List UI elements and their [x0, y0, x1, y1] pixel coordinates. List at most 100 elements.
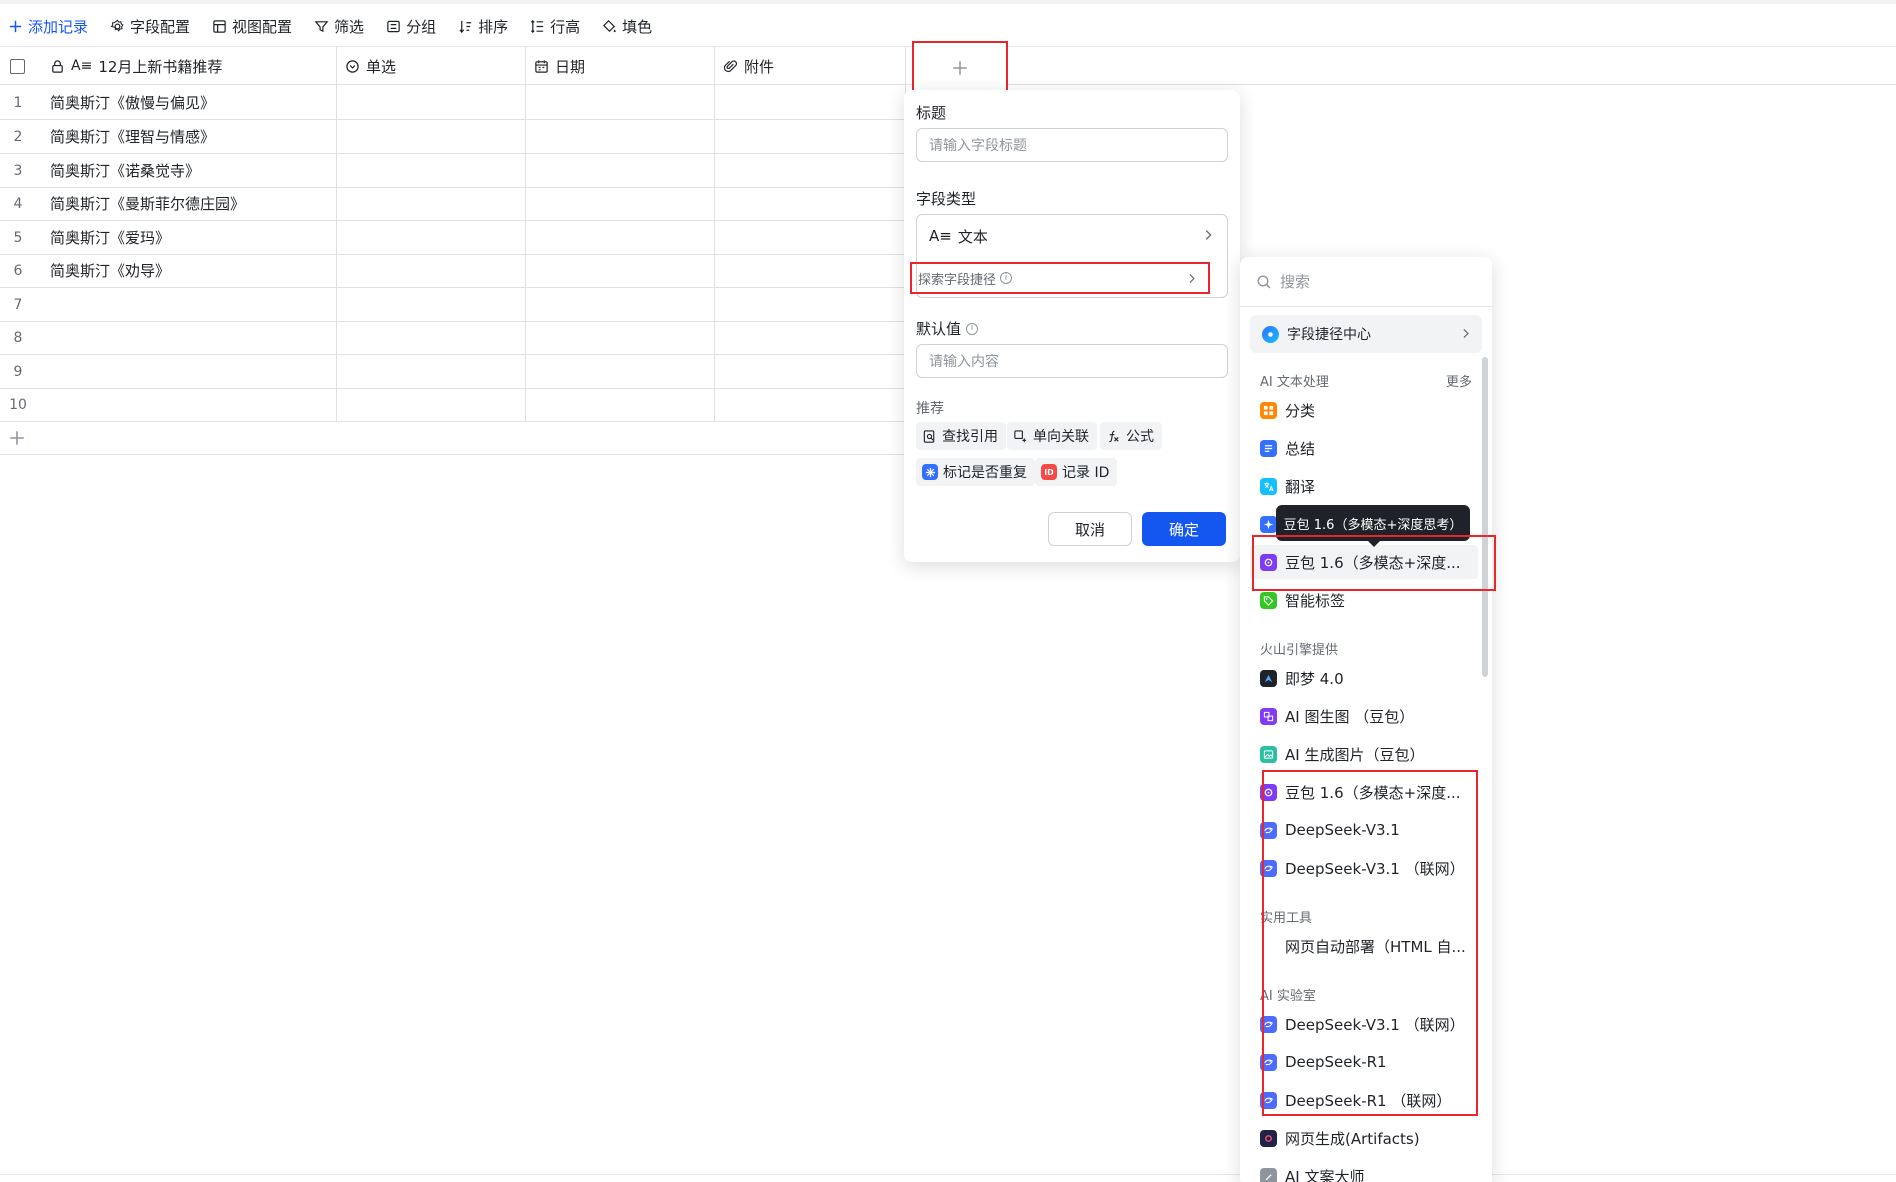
shortcut-item-deepseek-r1[interactable]: DeepSeek-R1: [1250, 1045, 1478, 1079]
deepseek-icon: [1260, 859, 1277, 877]
recommend-one-way-link-label: 单向关联: [1033, 429, 1089, 445]
deepseek-icon: [1260, 1015, 1277, 1033]
default-value-input[interactable]: 请输入内容: [916, 344, 1228, 378]
cell-title[interactable]: 简奥斯汀《爱玛》: [50, 221, 170, 254]
recommend-label: 推荐: [916, 401, 944, 417]
recommend-formula[interactable]: 公式: [1100, 422, 1162, 450]
table-row[interactable]: 5 简奥斯汀《爱玛》: [0, 221, 906, 255]
shortcut-item-jimeng[interactable]: 即梦 4.0: [1250, 661, 1478, 695]
recommend-one-way-link[interactable]: 单向关联: [1007, 422, 1097, 450]
shortcut-item-deepseek-r1-web[interactable]: DeepSeek-R1 （联网）: [1250, 1083, 1478, 1117]
field-config-label: 字段配置: [130, 17, 191, 36]
confirm-button[interactable]: 确定: [1142, 512, 1226, 546]
shortcut-item-smart-tag[interactable]: 智能标签: [1250, 583, 1478, 617]
row-number: 5: [13, 229, 23, 246]
shortcut-item-img2img[interactable]: AI 图生图 （豆包）: [1250, 699, 1478, 733]
add-row-bar[interactable]: [0, 422, 906, 455]
row-number: 2: [13, 128, 23, 145]
row-height-button[interactable]: 行高: [530, 6, 580, 46]
explore-field-shortcuts-button[interactable]: 探索字段捷径 i: [910, 262, 1210, 294]
shortcut-item-doubao-multimodal[interactable]: 豆包 1.6（多模态+深度...: [1250, 545, 1478, 579]
group-button[interactable]: 分组: [386, 6, 436, 46]
add-record-button[interactable]: 添加记录: [8, 6, 88, 46]
explore-label: 探索字段捷径: [918, 272, 997, 288]
recommend-lookup-label: 查找引用: [942, 429, 998, 445]
cell-title[interactable]: 简奥斯汀《诺桑觉寺》: [50, 154, 200, 187]
fill-color-button[interactable]: 填色: [602, 6, 652, 46]
add-record-label: 添加记录: [28, 17, 89, 36]
cell-title[interactable]: 简奥斯汀《曼斯菲尔德庄园》: [50, 187, 245, 220]
gear-icon: [110, 19, 124, 32]
column-header-attachment[interactable]: 附件: [715, 47, 906, 85]
column-header-date[interactable]: 日期: [526, 47, 715, 85]
dropdown-scrollbar[interactable]: [1482, 357, 1488, 677]
cell-title[interactable]: 简奥斯汀《傲慢与偏见》: [50, 86, 215, 119]
shortcut-item-label: 网页自动部署（HTML 自...: [1285, 937, 1466, 956]
table-row[interactable]: 6 简奥斯汀《劝导》: [0, 254, 906, 288]
recommend-record-id[interactable]: ID 记录 ID: [1035, 458, 1118, 486]
column-header-single-select[interactable]: 单选: [337, 47, 526, 85]
view-toolbar: 添加记录 字段配置 视图配置 筛选 分组 排序 行高 填色: [0, 6, 1896, 46]
shortcut-item-lab-deepseek-v31-web[interactable]: DeepSeek-V3.1 （联网）: [1250, 1007, 1478, 1041]
shortcut-center-button[interactable]: 字段捷径中心: [1250, 315, 1482, 353]
row-number: 4: [13, 195, 23, 212]
table-row[interactable]: 7: [0, 288, 906, 322]
field-type-dropdown[interactable]: A≡ 文本: [917, 215, 1227, 257]
table-row[interactable]: 4 简奥斯汀《曼斯菲尔德庄园》: [0, 187, 906, 221]
field-config-button[interactable]: 字段配置: [110, 6, 190, 46]
shortcut-item-web-deploy[interactable]: 网页自动部署（HTML 自...: [1250, 929, 1478, 963]
text-field-icon: A≡: [929, 227, 952, 245]
shortcut-item-copywriter[interactable]: AI 文案大师: [1250, 1159, 1478, 1182]
lock-icon: [52, 59, 63, 73]
add-column-button[interactable]: [912, 41, 1008, 94]
shortcut-item-deepseek-v31-web[interactable]: DeepSeek-V3.1 （联网）: [1250, 851, 1478, 885]
shortcut-item-classify[interactable]: 分类: [1250, 393, 1478, 427]
shortcut-search-input[interactable]: 搜索: [1240, 257, 1492, 307]
table-row[interactable]: 2 简奥斯汀《理智与情感》: [0, 120, 906, 154]
doubao-icon: [1260, 783, 1277, 801]
field-title-input[interactable]: 请输入字段标题: [916, 128, 1228, 162]
shortcut-item-artifacts[interactable]: 网页生成(Artifacts): [1250, 1121, 1478, 1155]
table-row[interactable]: 10: [0, 388, 906, 422]
cancel-button[interactable]: 取消: [1048, 512, 1132, 546]
shortcut-item-label: 网页生成(Artifacts): [1285, 1129, 1420, 1148]
shortcut-item-label: AI 生成图片（豆包）: [1285, 745, 1425, 764]
shortcut-item-translate[interactable]: 翻译: [1250, 469, 1478, 503]
column-divider: [336, 47, 337, 422]
recommend-duplicate-mark[interactable]: 标记是否重复: [916, 458, 1035, 486]
shortcut-item-label: 豆包 1.6（多模态+深度...: [1285, 553, 1461, 572]
copywriter-icon: [1260, 1167, 1277, 1182]
shortcut-center-icon: [1262, 325, 1279, 343]
row-number: 3: [13, 162, 23, 179]
shortcut-item-label: DeepSeek-R1 （联网）: [1285, 1091, 1452, 1110]
chevron-right-icon: [1189, 274, 1195, 283]
cell-title[interactable]: 简奥斯汀《理智与情感》: [50, 120, 215, 153]
filter-button[interactable]: 筛选: [314, 6, 364, 46]
shortcut-item-deepseek-v31[interactable]: DeepSeek-V3.1: [1250, 813, 1478, 847]
shortcut-item-doubao-16[interactable]: 豆包 1.6（多模态+深度...: [1250, 775, 1478, 809]
fill-color-label: 填色: [622, 17, 653, 36]
table-row[interactable]: 8: [0, 321, 906, 355]
more-link[interactable]: 更多: [1446, 371, 1472, 390]
plus-icon: [10, 431, 24, 445]
table-row[interactable]: 1 简奥斯汀《傲慢与偏见》: [0, 86, 906, 120]
select-all-checkbox[interactable]: [10, 58, 25, 74]
tag-icon: [1260, 591, 1277, 609]
search-icon: [1257, 274, 1271, 288]
cell-title[interactable]: 简奥斯汀《劝导》: [50, 254, 170, 287]
shortcut-item-summary[interactable]: 总结: [1250, 431, 1478, 465]
table-row[interactable]: 3 简奥斯汀《诺桑觉寺》: [0, 154, 906, 188]
table-row[interactable]: 9: [0, 355, 906, 389]
deepseek-icon: [1260, 821, 1277, 839]
section-ai-lab: AI 实验室: [1260, 989, 1316, 1004]
field-type-value: 文本: [957, 227, 988, 246]
shortcut-item-label: 智能标签: [1285, 591, 1346, 610]
sort-button[interactable]: 排序: [458, 6, 508, 46]
recommend-duplicate-mark-label: 标记是否重复: [943, 465, 1027, 481]
field-title-label: 标题: [916, 104, 947, 122]
recommend-lookup[interactable]: 查找引用: [916, 422, 1006, 450]
column-title-label: 12月上新书籍推荐: [98, 57, 223, 76]
column-header-title[interactable]: A≡ 12月上新书籍推荐: [42, 47, 337, 85]
view-config-button[interactable]: 视图配置: [212, 6, 292, 46]
shortcut-item-ai-image[interactable]: AI 生成图片（豆包）: [1250, 737, 1478, 771]
